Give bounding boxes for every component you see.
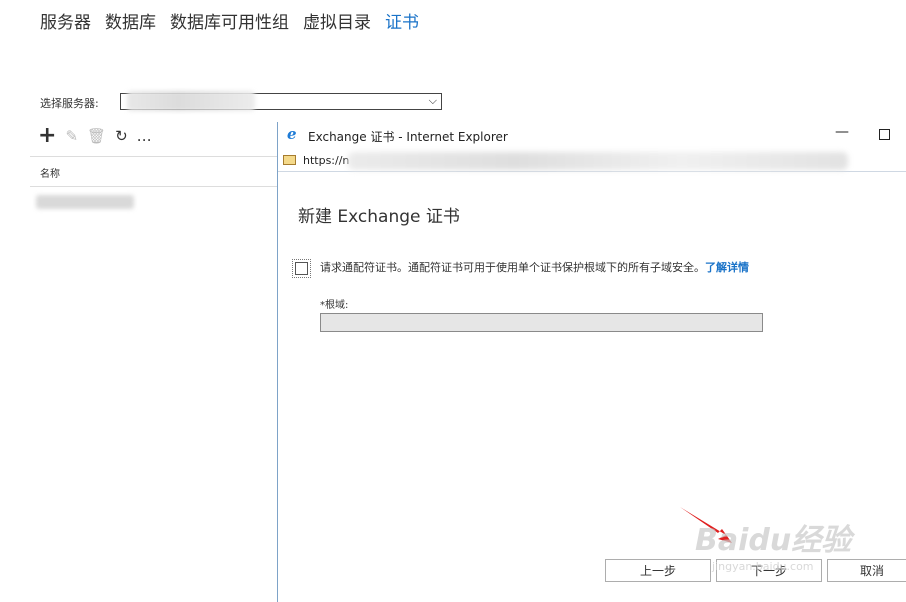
server-select-label: 选择服务器:: [40, 97, 99, 110]
list-item-redacted[interactable]: [36, 195, 134, 209]
wildcard-checkbox[interactable]: [292, 259, 311, 278]
tab-servers[interactable]: 服务器: [40, 11, 91, 35]
previous-button[interactable]: 上一步: [605, 559, 711, 582]
root-domain-input[interactable]: [320, 313, 763, 332]
window-title: Exchange 证书 - Internet Explorer: [308, 130, 508, 144]
tab-databases[interactable]: 数据库: [105, 11, 156, 35]
maximize-icon[interactable]: [879, 129, 890, 140]
column-header-name[interactable]: 名称: [40, 165, 60, 180]
redacted-url: [348, 152, 848, 170]
internet-explorer-icon: e: [287, 125, 297, 143]
learn-more-link[interactable]: 了解详情: [705, 261, 749, 274]
divider: [30, 186, 280, 187]
window-titlebar: e Exchange 证书 - Internet Explorer —: [278, 122, 906, 148]
top-nav: 服务器 数据库 数据库可用性组 虚拟目录 证书: [40, 11, 419, 35]
server-select[interactable]: ⌵: [120, 91, 442, 111]
watermark-url: jingyan.baidu.com: [712, 560, 814, 573]
cancel-button[interactable]: 取消: [827, 559, 906, 582]
trash-icon[interactable]: 🗑: [87, 126, 106, 146]
wildcard-description: 请求通配符证书。通配符证书可用于使用单个证书保护根域下的所有子域安全。了解详情: [320, 260, 760, 275]
toolbar: + ✎ 🗑 ↻ …: [38, 125, 152, 147]
url-text: https://n: [303, 154, 350, 167]
tab-dag[interactable]: 数据库可用性组: [170, 11, 289, 35]
minimize-icon[interactable]: —: [835, 124, 849, 140]
redacted-server-name: [127, 91, 255, 111]
baidu-watermark: Baidu经验: [695, 523, 852, 558]
address-bar[interactable]: https://n: [278, 149, 906, 172]
wildcard-text: 请求通配符证书。通配符证书可用于使用单个证书保护根域下的所有子域安全。: [320, 261, 705, 274]
refresh-icon[interactable]: ↻: [115, 126, 128, 146]
pencil-icon[interactable]: ✎: [65, 126, 78, 146]
plus-icon[interactable]: +: [38, 125, 56, 147]
certificate-icon: [283, 155, 296, 165]
ellipsis-icon[interactable]: …: [137, 126, 152, 146]
tab-certificates[interactable]: 证书: [385, 11, 419, 35]
dialog-title: 新建 Exchange 证书: [298, 207, 460, 227]
divider: [30, 156, 280, 157]
chevron-down-icon: ⌵: [428, 94, 437, 107]
tab-virtual-directories[interactable]: 虚拟目录: [303, 11, 371, 35]
root-domain-label: *根域:: [320, 300, 349, 311]
